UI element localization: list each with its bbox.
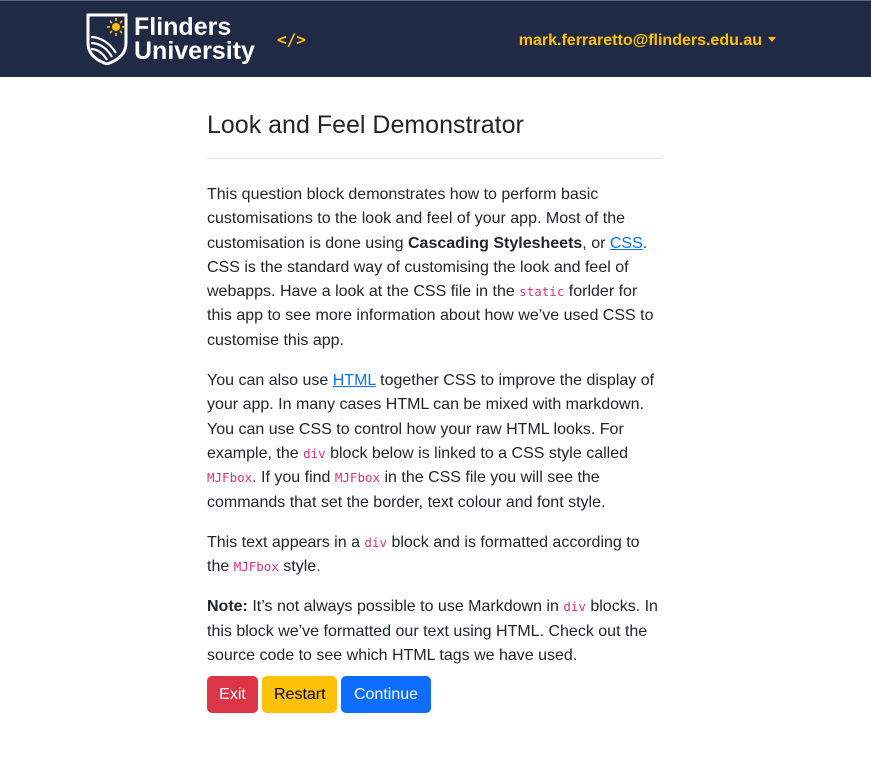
inline-code: div: [364, 534, 387, 550]
caret-down-icon: [768, 37, 776, 42]
flinders-shield-icon: [86, 13, 128, 65]
button-group: Exit Restart Continue: [207, 676, 431, 713]
user-email: mark.ferraretto@flinders.edu.au: [518, 32, 762, 49]
text: This text appears in a: [207, 533, 365, 551]
inline-code: MJFbox: [233, 559, 279, 575]
code-icon[interactable]: </>: [277, 30, 306, 50]
text: block below is linked to a CSS style cal…: [325, 444, 629, 462]
intro-paragraph: This question block demonstrates how to …: [207, 183, 663, 353]
top-navbar: Flinders University </> mark.ferraretto@…: [0, 0, 871, 77]
inline-code: MJFbox: [334, 470, 381, 486]
text: You can also use: [207, 372, 333, 390]
page-title: Look and Feel Demonstrator: [207, 108, 663, 159]
css-link[interactable]: CSS: [610, 235, 643, 252]
inline-code: div: [563, 599, 586, 615]
text: style.: [278, 558, 321, 576]
user-menu-dropdown[interactable]: mark.ferraretto@flinders.edu.au: [519, 31, 776, 51]
note-paragraph: Note: It’s not always possible to use Ma…: [207, 595, 663, 668]
mjfbox-block: This text appears in a div block and is …: [207, 531, 663, 580]
brand-line1: Flinders: [134, 13, 232, 41]
main-content: Look and Feel Demonstrator This question…: [207, 108, 663, 668]
continue-button[interactable]: Continue: [341, 676, 431, 713]
text: It’s not always possible to use Markdown…: [247, 598, 564, 616]
html-paragraph: You can also use HTML together CSS to im…: [207, 369, 663, 515]
text: . If you find: [252, 469, 335, 487]
inline-code: MJFbox: [207, 470, 253, 486]
restart-button[interactable]: Restart: [262, 676, 337, 713]
html-link[interactable]: HTML: [333, 372, 376, 389]
inline-code: div: [303, 445, 326, 461]
brand-line2: University: [134, 37, 255, 65]
flinders-logo[interactable]: Flinders University: [86, 13, 255, 65]
inline-code: static: [519, 284, 565, 300]
brand-wordmark: Flinders University: [134, 13, 255, 65]
text: , or: [582, 234, 610, 252]
bold-text: Note:: [207, 598, 248, 616]
bold-text: Cascading Stylesheets: [408, 234, 583, 252]
exit-button[interactable]: Exit: [207, 676, 258, 713]
